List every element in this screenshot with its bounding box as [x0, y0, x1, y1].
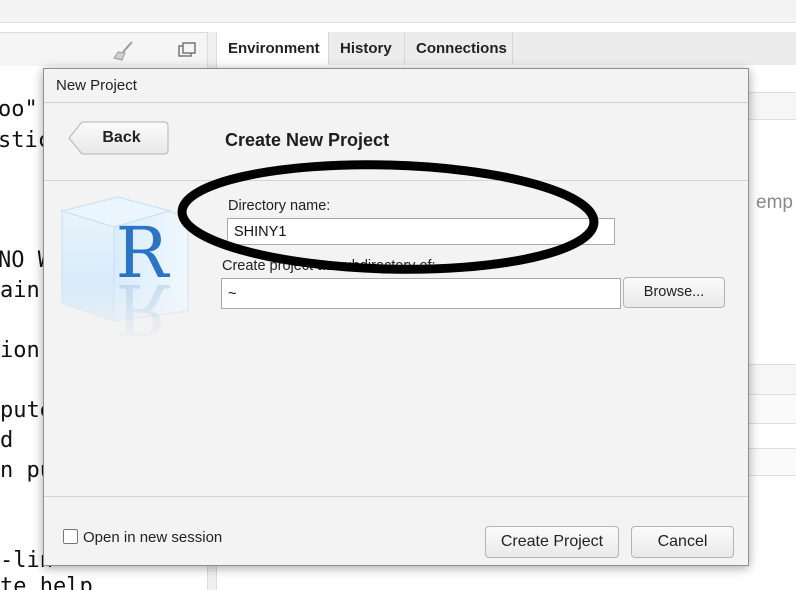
dialog-heading: Create New Project [225, 130, 390, 150]
directory-name-input[interactable] [227, 218, 615, 245]
console-line: oo" [0, 97, 38, 122]
cancel-button[interactable]: Cancel [631, 526, 734, 558]
dialog-title: New Project [56, 77, 137, 94]
new-project-dialog: New Project Back Create New Project R Di… [43, 68, 749, 566]
back-button-label: Back [102, 129, 141, 146]
footer-divider [44, 496, 748, 497]
subdirectory-label: Create project as subdirectory of: [222, 258, 436, 274]
broom-icon[interactable] [112, 40, 136, 67]
tab-connections[interactable]: Connections [405, 32, 513, 65]
dialog-titlebar[interactable]: New Project [44, 69, 748, 103]
console-line: d [0, 428, 14, 453]
console-line: te help [0, 574, 93, 590]
environment-tabbar: Environment History Connections [217, 32, 796, 66]
browse-button[interactable]: Browse... [623, 277, 725, 308]
tab-environment[interactable]: Environment [217, 32, 329, 66]
open-new-session-label[interactable]: Open in new session [83, 529, 222, 546]
console-line: ain [0, 278, 40, 303]
console-line: ion [0, 338, 40, 363]
console-toolbar [0, 32, 207, 68]
create-project-button[interactable]: Create Project [485, 526, 619, 558]
back-button[interactable]: Back [68, 121, 169, 155]
ide-top-strip [0, 0, 796, 23]
open-new-session-checkbox[interactable] [63, 529, 78, 544]
directory-name-label: Directory name: [228, 198, 331, 214]
subdirectory-input[interactable] [221, 278, 621, 309]
maximize-pane-icon[interactable] [178, 42, 196, 63]
header-divider [44, 180, 748, 181]
r-cube-logo: R R [58, 191, 198, 350]
environment-empty-text: emp [756, 192, 793, 213]
tab-history[interactable]: History [329, 32, 405, 65]
